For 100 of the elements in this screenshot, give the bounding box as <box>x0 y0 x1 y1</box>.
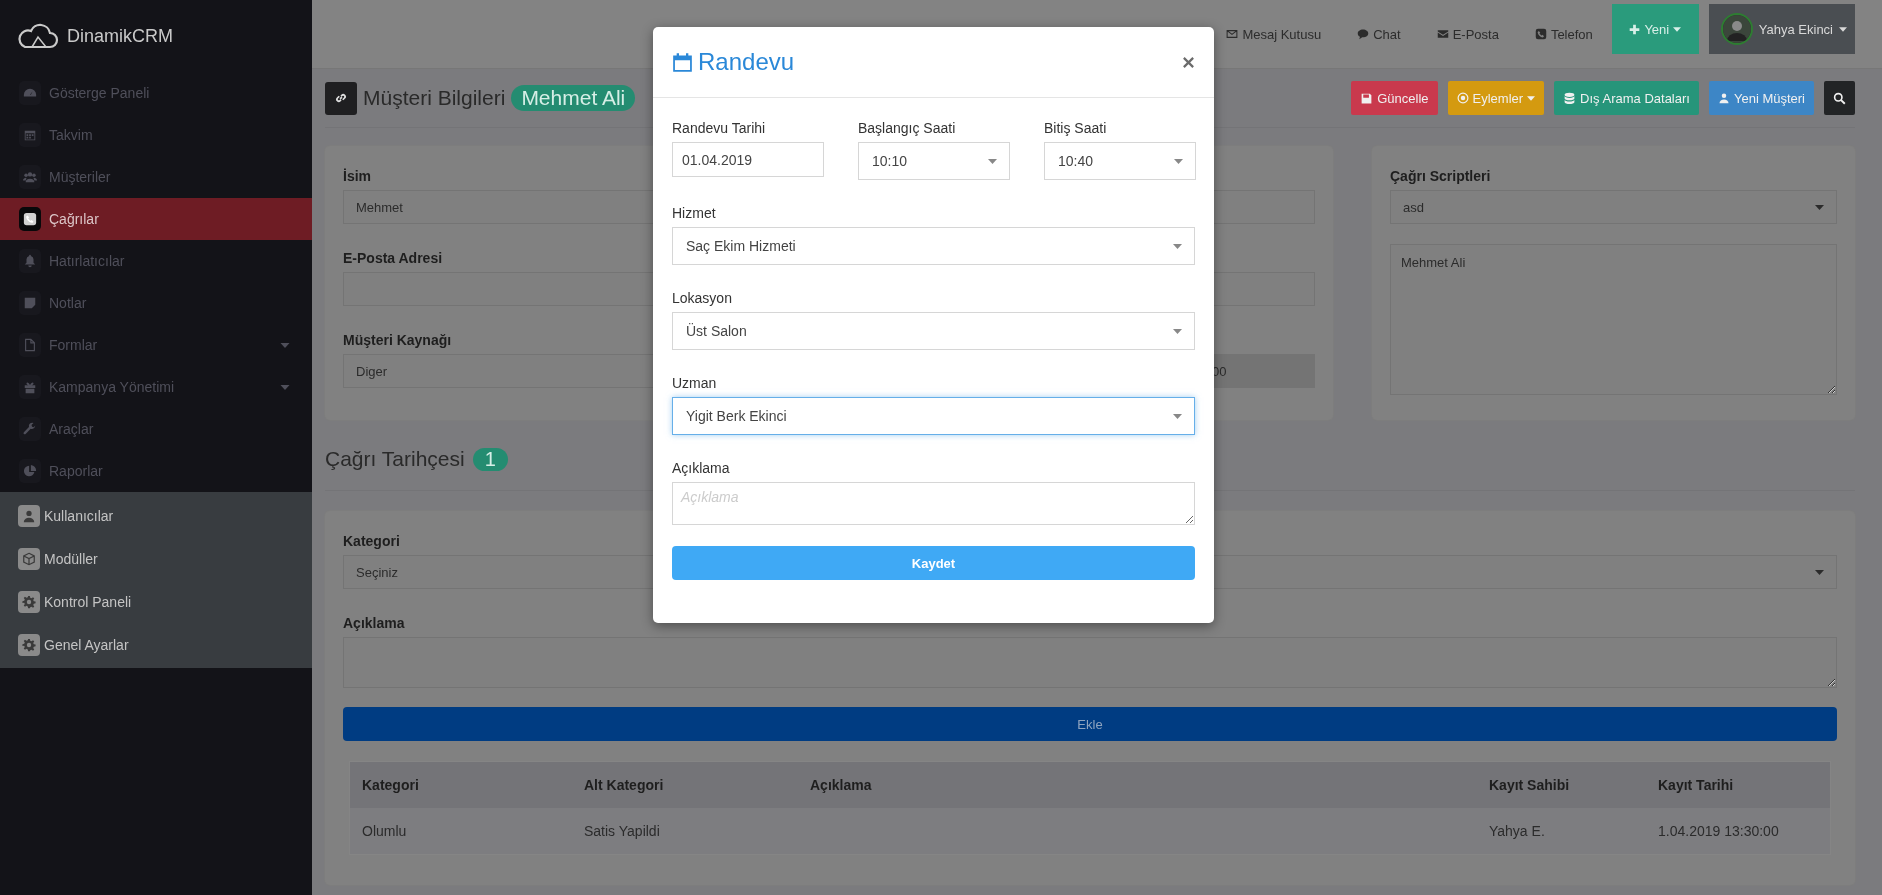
caret-icon <box>1173 243 1182 249</box>
nav-link[interactable]: Telefon <box>1534 26 1593 42</box>
sidebar-item[interactable]: Formlar <box>0 324 312 366</box>
caret-icon <box>1173 328 1182 334</box>
field-label: İsim <box>343 167 371 184</box>
cloud-icon <box>15 21 59 51</box>
add-button[interactable]: Ekle <box>343 707 1837 741</box>
table-cell-text: Olumlu <box>362 823 408 839</box>
select-field[interactable]: 10:10 <box>858 142 1010 180</box>
field-label: Randevu Tarihi <box>672 119 766 136</box>
note-icon <box>23 296 37 310</box>
avatar-icon <box>1720 13 1753 45</box>
sidebar-item[interactable]: Müşteriler <box>0 156 312 198</box>
close-icon <box>1182 55 1195 69</box>
table-cell-text: Satis Yapildi <box>584 823 661 839</box>
caret-icon <box>1173 413 1182 419</box>
select-field[interactable]: Üst Salon <box>672 312 1195 350</box>
field-label: Hizmet <box>672 204 716 221</box>
users-icon <box>23 170 37 184</box>
file-icon <box>23 338 37 352</box>
page-title: Müşteri Bilgileri <box>363 86 506 110</box>
nav-link[interactable]: Mesaj Kutusu <box>1226 26 1322 42</box>
script-text-area[interactable]: Mehmet Ali <box>1390 244 1837 395</box>
caret-icon <box>1527 95 1536 101</box>
column-header: Kategori <box>362 777 420 793</box>
sidebar-item[interactable]: Kullanıcılar <box>0 494 312 537</box>
search-icon <box>1833 91 1846 105</box>
sidebar-item[interactable]: Kampanya Yönetimi <box>0 366 312 408</box>
save-button[interactable]: Kaydet <box>672 546 1195 580</box>
caret-icon <box>1673 26 1682 32</box>
field-label: Kategori <box>343 532 400 549</box>
sidebar-item[interactable]: Notlar <box>0 282 312 324</box>
brand-name: DinamikCRM <box>67 25 173 47</box>
wrench-icon <box>23 422 37 436</box>
field-label: E-Posta Adresi <box>343 249 443 266</box>
sidebar-item[interactable]: Hatırlatıcılar <box>0 240 312 282</box>
gift-icon <box>23 380 37 394</box>
select-field[interactable]: 10:40 <box>1044 142 1196 180</box>
user-icon <box>22 508 36 523</box>
search-button[interactable] <box>1824 81 1855 115</box>
column-header: Kayıt Tarihi <box>1658 777 1735 793</box>
target-icon <box>1456 92 1469 104</box>
field-label: Başlangıç Saati <box>858 119 956 136</box>
table-cell-text: 1.04.2019 13:30:00 <box>1658 823 1780 839</box>
table-cell-text: Yahya E. <box>1489 823 1546 839</box>
plus-icon <box>1629 23 1641 35</box>
select-field[interactable]: Yigit Berk Ekinci <box>672 397 1195 435</box>
sidebar-item[interactable]: Modüller <box>0 537 312 580</box>
envelope-icon <box>1226 28 1239 40</box>
date-field[interactable]: 01.04.2019 <box>672 142 824 177</box>
user-menu[interactable]: Yahya Ekinci <box>1708 4 1855 54</box>
gear-icon <box>22 594 36 609</box>
phone-icon <box>23 212 37 226</box>
speech-bubble-icon <box>1357 28 1370 40</box>
nav-link[interactable]: Chat <box>1357 26 1401 42</box>
column-header: Kayıt Sahibi <box>1489 777 1571 793</box>
phone-icon <box>1534 28 1547 40</box>
sidebar-item[interactable]: Çağrılar <box>0 198 312 240</box>
select-field[interactable]: asd <box>1390 190 1837 224</box>
calendar-icon <box>23 128 37 142</box>
caret-icon <box>1815 569 1824 575</box>
field-label: Bitiş Saati <box>1044 119 1107 136</box>
caret-icon <box>1815 204 1824 210</box>
sidebar-item[interactable]: Takvim <box>0 114 312 156</box>
count-badge: 1 <box>472 447 508 471</box>
caret-icon <box>1174 158 1183 164</box>
gear-icon <box>22 637 36 652</box>
sidebar-item[interactable]: Raporlar <box>0 450 312 492</box>
user-icon <box>1717 92 1730 104</box>
dialog-title: Randevu <box>698 48 795 76</box>
bell-icon <box>23 254 37 268</box>
cube-icon <box>22 551 36 566</box>
field-label: Açıklama <box>343 614 405 631</box>
field-label: Açıklama <box>672 459 730 476</box>
select-field[interactable]: Saç Ekim Hizmeti <box>672 227 1195 265</box>
action-button[interactable]: Yeni Müşteri <box>1708 81 1814 115</box>
column-header: Alt Kategori <box>584 777 665 793</box>
pie-chart-icon <box>23 464 37 478</box>
caret-icon <box>280 384 290 390</box>
database-icon <box>1563 91 1577 105</box>
sidebar-item[interactable]: Kontrol Paneli <box>0 580 312 623</box>
calendar-icon <box>672 51 693 73</box>
sidebar-item[interactable]: Gösterge Paneli <box>0 72 312 114</box>
action-button[interactable]: Güncelle <box>1351 81 1438 115</box>
nav-link[interactable]: E-Posta <box>1436 26 1499 42</box>
field-label: Lokasyon <box>672 289 732 306</box>
section-title: Çağrı Tarihçesi <box>325 447 465 471</box>
new-button[interactable]: Yeni <box>1611 4 1699 54</box>
caret-icon <box>280 342 290 348</box>
caret-icon <box>988 158 997 164</box>
action-button[interactable]: Dış Arama Dataları <box>1554 81 1699 115</box>
caret-icon <box>1839 26 1847 32</box>
gauge-icon <box>23 86 37 100</box>
link-icon <box>334 91 348 105</box>
close-button[interactable] <box>1182 55 1195 69</box>
sidebar-item[interactable]: Genel Ayarlar <box>0 623 312 666</box>
sidebar-item[interactable]: Araçlar <box>0 408 312 450</box>
action-button[interactable]: Eylemler <box>1447 81 1545 115</box>
column-header: Açıklama <box>810 777 873 793</box>
envelope-icon <box>1436 28 1449 40</box>
